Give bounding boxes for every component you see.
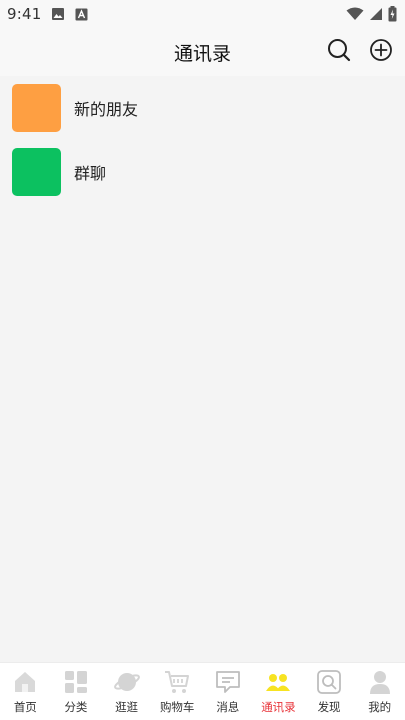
group-chat-item[interactable]: 群聊 bbox=[0, 140, 405, 204]
tab-profile[interactable]: 我的 bbox=[354, 663, 405, 720]
group-chat-label: 群聊 bbox=[74, 164, 107, 183]
tab-cart-label: 购物车 bbox=[159, 700, 195, 714]
tab-cart[interactable]: 购物车 bbox=[152, 663, 203, 720]
battery-charging-icon bbox=[388, 6, 397, 22]
cellular-signal-icon bbox=[370, 8, 382, 20]
page-title: 通讯录 bbox=[173, 42, 231, 65]
gallery-icon bbox=[52, 8, 65, 20]
tab-discover-label: 发现 bbox=[317, 700, 341, 714]
group-chat-avatar bbox=[12, 148, 61, 196]
message-icon bbox=[215, 671, 240, 693]
status-bar: 9:41 bbox=[0, 0, 405, 28]
cart-icon bbox=[165, 671, 190, 693]
tab-category[interactable]: 分类 bbox=[51, 663, 102, 720]
new-friends-item[interactable]: 新的朋友 bbox=[0, 76, 405, 140]
status-right bbox=[346, 6, 397, 22]
tab-browse[interactable]: 逛逛 bbox=[101, 663, 152, 720]
tab-contacts[interactable]: 通讯录 bbox=[253, 663, 304, 720]
tab-browse-label: 逛逛 bbox=[115, 700, 139, 714]
status-time: 9:41 bbox=[7, 5, 42, 23]
contacts-icon bbox=[266, 674, 291, 691]
add-icon[interactable] bbox=[369, 38, 393, 62]
category-icon bbox=[64, 671, 87, 693]
tab-category-label: 分类 bbox=[64, 700, 88, 714]
tab-home-label: 首页 bbox=[13, 700, 37, 714]
tab-profile-label: 我的 bbox=[368, 700, 392, 714]
new-friends-avatar bbox=[12, 84, 61, 132]
tab-messages-label: 消息 bbox=[216, 700, 240, 714]
status-left: 9:41 bbox=[7, 5, 88, 23]
wifi-icon bbox=[346, 7, 364, 20]
search-icon[interactable] bbox=[327, 38, 351, 62]
planet-icon bbox=[113, 673, 140, 691]
app-notification-icon bbox=[75, 8, 88, 20]
tab-messages[interactable]: 消息 bbox=[203, 663, 254, 720]
tab-home[interactable]: 首页 bbox=[0, 663, 51, 720]
profile-icon bbox=[369, 671, 390, 694]
new-friends-label: 新的朋友 bbox=[74, 100, 139, 119]
header: 通讯录 bbox=[0, 28, 405, 76]
header-actions bbox=[327, 38, 393, 62]
tab-discover[interactable]: 发现 bbox=[304, 663, 355, 720]
contact-list: 新的朋友 群聊 bbox=[0, 76, 405, 204]
tab-contacts-label: 通讯录 bbox=[261, 700, 296, 714]
home-icon bbox=[15, 672, 36, 692]
discover-icon bbox=[317, 670, 341, 694]
bottom-tab-bar: 首页 分类 逛逛 购物车 消息 通讯录 发现 我的 bbox=[0, 662, 405, 720]
